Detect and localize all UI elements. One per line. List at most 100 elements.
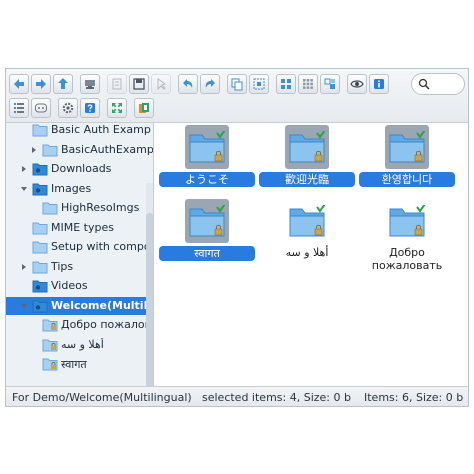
back-button[interactable] xyxy=(9,74,29,94)
tree-item[interactable]: Downloads xyxy=(6,160,146,178)
tree-item[interactable]: MIME types xyxy=(6,219,146,237)
folder-locked-icon xyxy=(389,131,425,163)
file-thumbnail xyxy=(385,199,429,243)
view-icons-button[interactable] xyxy=(276,74,296,94)
eye-icon xyxy=(350,80,364,88)
tree-item-label: BasicAuthExamp xyxy=(61,142,154,156)
file-label: स्वागत xyxy=(159,246,255,261)
tree-item[interactable]: Videos xyxy=(6,277,146,295)
tree-item[interactable]: Welcome(Multilingu xyxy=(6,296,153,315)
tree-item-label: Tips xyxy=(51,259,74,273)
redo-button[interactable] xyxy=(200,74,220,94)
file-label: أهلا و سه xyxy=(285,246,329,259)
up-button[interactable] xyxy=(53,74,73,94)
tree-item-label: Videos xyxy=(51,279,88,292)
folder-locked-icon xyxy=(289,131,325,163)
status-items: Items: 6, Size: 0 b xyxy=(364,391,464,404)
view-list-button[interactable] xyxy=(9,98,29,118)
file-item[interactable]: 歡迎光臨 xyxy=(259,125,355,195)
tree-item[interactable]: Basic Auth Examp xyxy=(6,123,151,139)
file-item[interactable]: Добро пожаловать xyxy=(359,199,455,272)
list-icon xyxy=(14,103,24,113)
chevron-right-icon[interactable] xyxy=(20,263,28,271)
tree-item[interactable]: Setup with compo xyxy=(6,238,151,256)
undo-icon xyxy=(183,79,193,88)
tree-vertical-scrollbar[interactable] xyxy=(146,183,153,386)
fullscreen-button[interactable] xyxy=(107,98,127,118)
tree-item[interactable]: Images xyxy=(6,180,146,198)
scrollbar-thumb[interactable] xyxy=(146,213,153,386)
netmount-button[interactable] xyxy=(80,74,100,94)
file-thumbnail xyxy=(185,125,229,169)
tree-item[interactable]: BasicAuthExamp xyxy=(6,141,153,159)
cursor-icon xyxy=(157,78,167,91)
tree-item[interactable]: أهلا و سه xyxy=(6,336,146,354)
tree-item[interactable]: Tips xyxy=(6,258,146,276)
arrow-up-icon xyxy=(58,78,68,89)
folder-icon xyxy=(42,144,58,156)
drive-icon xyxy=(85,80,95,89)
search-input[interactable] xyxy=(434,77,462,91)
save-icon xyxy=(133,78,145,90)
folder-dark-icon xyxy=(32,280,48,293)
folder-locked-icon xyxy=(389,205,425,237)
folder-dark-icon xyxy=(32,300,48,312)
search-field[interactable] xyxy=(411,73,465,95)
folder-icon xyxy=(32,241,48,254)
tree-item[interactable]: HighResoImgs xyxy=(6,199,146,217)
select-button[interactable] xyxy=(151,74,171,94)
chevron-right-icon[interactable] xyxy=(30,146,38,154)
chevron-down-icon[interactable] xyxy=(20,185,28,193)
file-view: ようこそ 歡迎光臨 환영합니다 स्वागत أهلا و سه Добро пожало… xyxy=(155,123,468,386)
save-button[interactable] xyxy=(129,74,149,94)
preview-button[interactable] xyxy=(347,74,367,94)
file-label: Добро пожаловать xyxy=(371,246,443,272)
status-selected: selected items: 4, Size: 0 b xyxy=(202,391,351,404)
tree-item-label: Добро пожалова xyxy=(61,318,154,331)
tree-item[interactable]: Добро пожалова xyxy=(6,316,153,334)
select-all-icon xyxy=(253,78,265,90)
select-all-button[interactable] xyxy=(249,74,269,94)
file-manager-window: Basic Auth Examp BasicAuthExamp Downloads I… xyxy=(5,68,469,407)
file-thumbnail xyxy=(285,125,329,169)
tree-item-label: Downloads xyxy=(51,162,112,175)
extract-button[interactable] xyxy=(134,98,154,118)
tree-item[interactable]: स्वागत xyxy=(6,355,146,373)
file-item[interactable]: ようこそ xyxy=(159,125,255,195)
folder-locked-icon xyxy=(42,358,58,371)
grid-small-icon xyxy=(303,79,313,89)
tree-item-label: MIME types xyxy=(51,220,114,234)
file-item[interactable]: स्वागत xyxy=(159,199,255,269)
info-icon xyxy=(374,79,384,89)
sort-button[interactable] xyxy=(31,98,51,118)
tree-item-label: स्वागत xyxy=(61,358,87,371)
tree-item-label: Setup with compo xyxy=(51,240,151,253)
undo-button[interactable] xyxy=(178,74,198,94)
forward-button[interactable] xyxy=(31,74,51,94)
sort-icon xyxy=(35,103,47,113)
file-label: 환영합니다 xyxy=(359,172,455,187)
folder-icon xyxy=(32,261,48,273)
tree-item-label: HighResoImgs xyxy=(61,201,140,214)
folder-dark-icon xyxy=(32,163,48,176)
help-button[interactable] xyxy=(80,98,100,118)
folder-locked-icon xyxy=(189,131,225,163)
chevron-down-icon[interactable] xyxy=(20,302,28,310)
folder-dark-icon xyxy=(32,183,48,195)
file-item[interactable]: 환영합니다 xyxy=(359,125,455,195)
search-icon xyxy=(418,78,430,90)
open-button[interactable] xyxy=(107,74,127,94)
chevron-right-icon[interactable] xyxy=(20,165,28,173)
file-thumbnail xyxy=(285,199,329,243)
copy-button[interactable] xyxy=(227,74,247,94)
folder-icon xyxy=(42,202,58,215)
archive-icon xyxy=(139,103,149,113)
view-small-icons-button[interactable] xyxy=(298,74,318,94)
info-button[interactable] xyxy=(369,74,389,94)
tiles-icon xyxy=(324,78,335,89)
file-item[interactable]: أهلا و سه xyxy=(259,199,355,269)
status-path: For Demo/Welcome(Multilingual) xyxy=(12,391,192,404)
view-tiles-button[interactable] xyxy=(320,74,340,94)
grid-large-icon xyxy=(281,79,291,89)
settings-button[interactable] xyxy=(58,98,78,118)
